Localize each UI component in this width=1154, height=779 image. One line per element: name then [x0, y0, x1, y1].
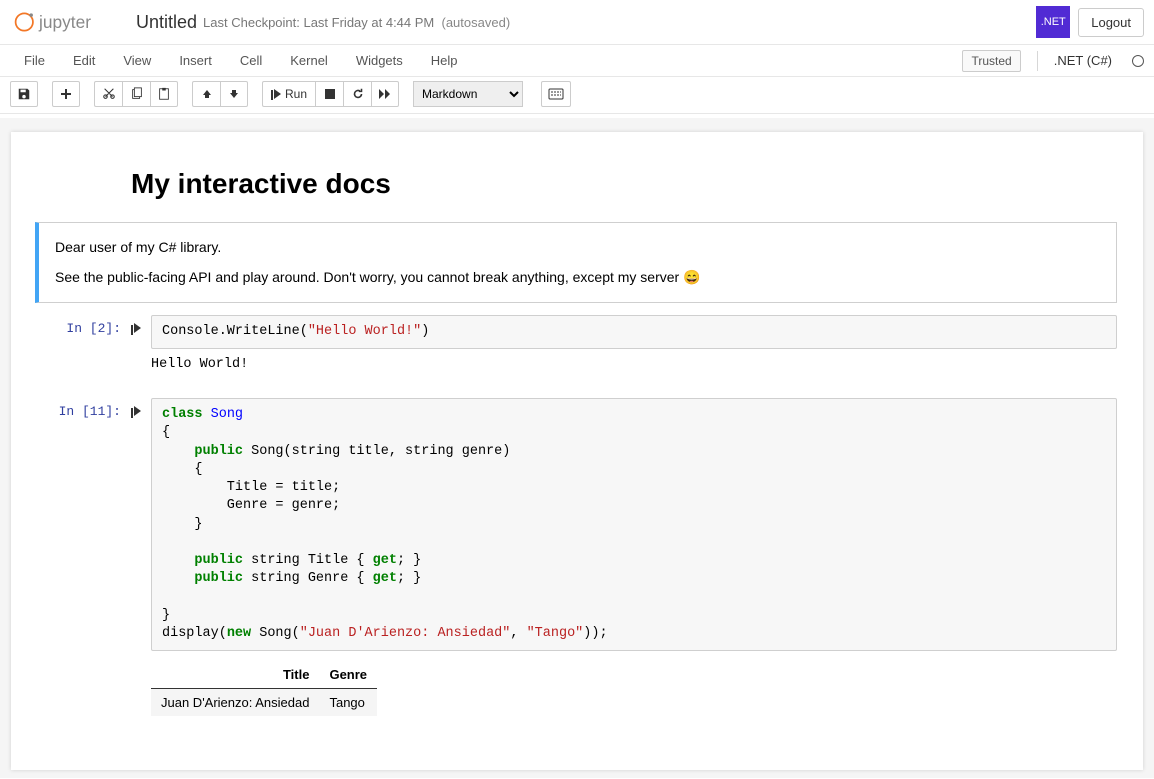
run-cell-icon[interactable]	[131, 315, 151, 336]
checkpoint-text: Last Checkpoint: Last Friday at 4:44 PM …	[203, 15, 510, 30]
table-header: Genre	[319, 661, 377, 689]
md-paragraph: See the public-facing API and play aroun…	[55, 269, 1096, 286]
dotnet-badge[interactable]: .NET	[1036, 6, 1070, 38]
code-input[interactable]: class Song { public Song(string title, s…	[151, 398, 1117, 651]
kernel-status-icon[interactable]	[1132, 55, 1144, 67]
menu-edit[interactable]: Edit	[59, 45, 109, 76]
input-prompt: In [2]:	[11, 315, 131, 336]
move-up-button[interactable]	[192, 81, 220, 107]
menu-insert[interactable]: Insert	[165, 45, 226, 76]
markdown-cell-selected[interactable]: Dear user of my C# library. See the publ…	[35, 222, 1117, 303]
header: jupyter Untitled Last Checkpoint: Last F…	[0, 0, 1154, 45]
notebook-container: My interactive docs Dear user of my C# l…	[0, 118, 1154, 778]
input-prompt: In [11]:	[11, 398, 131, 419]
table-row: Juan D'Arienzo: Ansiedad Tango	[151, 689, 377, 717]
run-cell-icon[interactable]	[131, 398, 151, 419]
trusted-indicator[interactable]: Trusted	[962, 50, 1020, 72]
toolbar: Run Markdown	[0, 77, 1154, 114]
notebook: My interactive docs Dear user of my C# l…	[11, 132, 1143, 770]
paste-button[interactable]	[150, 81, 178, 107]
doc-heading[interactable]: My interactive docs	[131, 168, 1143, 200]
code-input[interactable]: Console.WriteLine("Hello World!")	[151, 315, 1117, 349]
logout-button[interactable]: Logout	[1078, 8, 1144, 37]
output-text: Hello World!	[151, 349, 1117, 372]
jupyter-logo[interactable]: jupyter	[10, 9, 120, 35]
md-paragraph: Dear user of my C# library.	[55, 239, 1096, 255]
menu-widgets[interactable]: Widgets	[342, 45, 417, 76]
save-button[interactable]	[10, 81, 38, 107]
svg-text:jupyter: jupyter	[38, 12, 91, 32]
table-header: Title	[151, 661, 319, 689]
output-table: Title Genre Juan D'Arienzo: Ansiedad Tan…	[151, 651, 1117, 716]
restart-button[interactable]	[343, 81, 371, 107]
move-down-button[interactable]	[220, 81, 248, 107]
code-cell[interactable]: In [11]: class Song { public Song(string…	[11, 398, 1143, 730]
separator	[1037, 51, 1038, 71]
menu-help[interactable]: Help	[417, 45, 472, 76]
command-palette-button[interactable]	[541, 81, 571, 107]
menu-file[interactable]: File	[10, 45, 59, 76]
stop-button[interactable]	[315, 81, 343, 107]
code-cell[interactable]: In [2]: Console.WriteLine("Hello World!"…	[11, 315, 1143, 386]
run-button[interactable]: Run	[262, 81, 315, 107]
run-all-button[interactable]	[371, 81, 399, 107]
notebook-title[interactable]: Untitled	[136, 12, 197, 33]
menu-cell[interactable]: Cell	[226, 45, 276, 76]
menu-view[interactable]: View	[109, 45, 165, 76]
cell-type-select[interactable]: Markdown	[413, 81, 523, 107]
add-cell-button[interactable]	[52, 81, 80, 107]
emoji-icon: 😄	[683, 269, 700, 285]
copy-button[interactable]	[122, 81, 150, 107]
menubar: File Edit View Insert Cell Kernel Widget…	[0, 45, 1154, 77]
cut-button[interactable]	[94, 81, 122, 107]
kernel-name[interactable]: .NET (C#)	[1054, 53, 1112, 68]
menu-kernel[interactable]: Kernel	[276, 45, 342, 76]
